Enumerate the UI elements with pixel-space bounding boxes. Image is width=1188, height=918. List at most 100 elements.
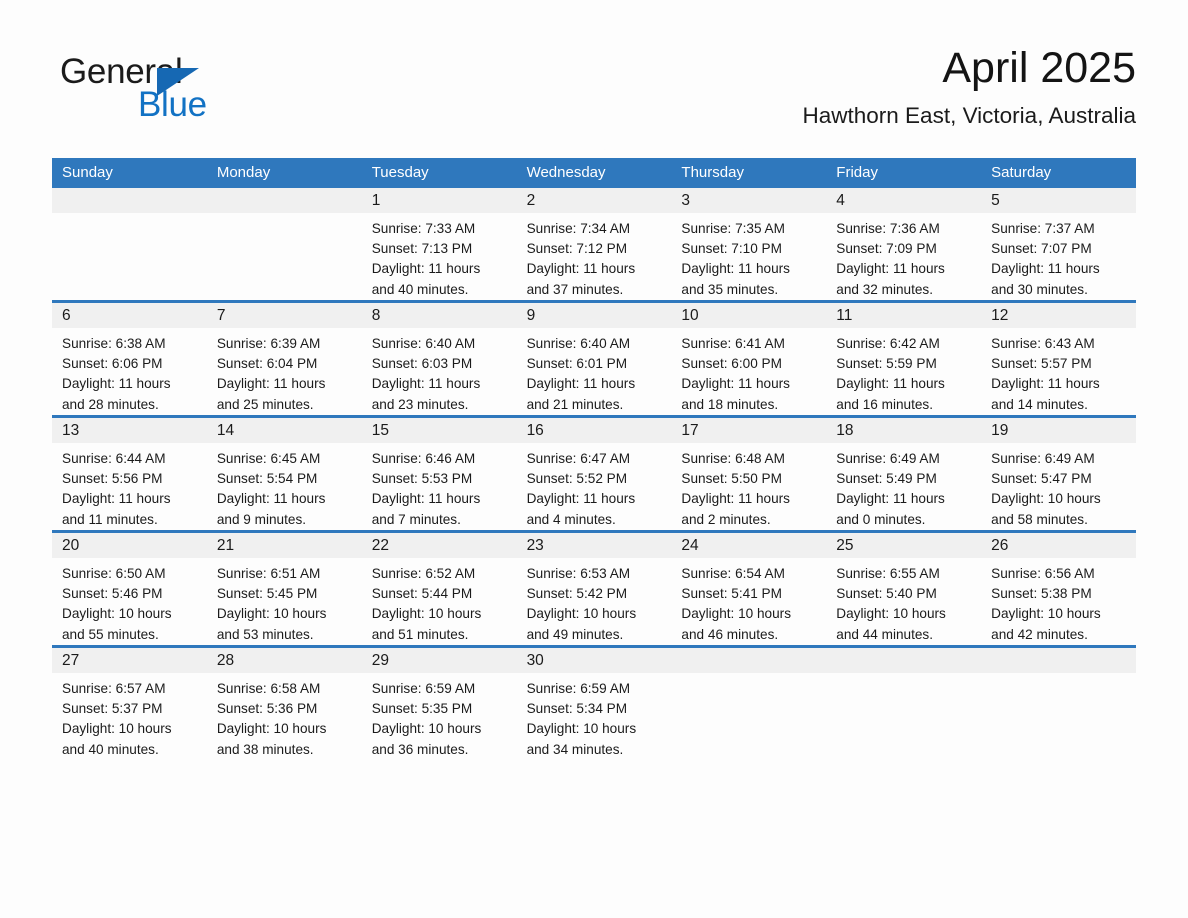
day-cell[interactable]: 25 Sunrise: 6:55 AM Sunset: 5:40 PM Dayligh… <box>826 533 982 645</box>
sunrise-text: Sunrise: 6:39 AM <box>216 336 321 351</box>
day-details: Sunrise: 6:59 AM Sunset: 5:34 PM Daylight:… <box>517 673 672 760</box>
daylight-text-line2: and 0 minutes. <box>836 511 926 527</box>
day-cell[interactable]: 24 Sunrise: 6:54 AM Sunset: 5:41 PM Dayligh… <box>671 533 827 645</box>
sunset-text: Sunset: 5:53 PM <box>371 471 473 487</box>
daylight-text-line2: and 21 minutes. <box>526 396 624 412</box>
sunset-text: Sunset: 7:07 PM <box>991 241 1092 257</box>
sunrise-text: Sunrise: 6:58 AM <box>216 681 321 696</box>
day-cell[interactable]: 13 Sunrise: 6:44 AM Sunset: 5:56 PM Dayligh… <box>52 418 207 530</box>
day-number: 9 <box>516 303 672 328</box>
day-cell[interactable]: 21 Sunrise: 6:51 AM Sunset: 5:45 PM Dayligh… <box>206 533 362 645</box>
title-block: April 2025 Hawthorn East, Victoria, Aust… <box>803 42 1137 129</box>
sunset-text: Sunset: 5:37 PM <box>62 701 163 717</box>
day-cell-empty <box>826 648 982 760</box>
day-cell[interactable]: 16 Sunrise: 6:47 AM Sunset: 5:52 PM Dayligh… <box>516 418 672 530</box>
day-cell[interactable]: 29 Sunrise: 6:59 AM Sunset: 5:35 PM Dayligh… <box>361 648 517 760</box>
day-cell[interactable]: 23 Sunrise: 6:53 AM Sunset: 5:42 PM Dayligh… <box>516 533 672 645</box>
daylight-text-line1: Daylight: 11 hours <box>62 376 171 392</box>
day-cell[interactable]: 22 Sunrise: 6:52 AM Sunset: 5:44 PM Dayligh… <box>361 533 517 645</box>
daylight-text-line1: Daylight: 11 hours <box>681 261 790 277</box>
day-number: 3 <box>671 188 827 213</box>
day-number: 21 <box>206 533 362 558</box>
day-cell[interactable]: 5 Sunrise: 7:37 AM Sunset: 7:07 PM Daylight… <box>981 188 1136 300</box>
day-cell[interactable]: 28 Sunrise: 6:58 AM Sunset: 5:36 PM Dayligh… <box>206 648 362 760</box>
day-cell[interactable]: 7 Sunrise: 6:39 AM Sunset: 6:04 PM Daylight… <box>206 303 362 415</box>
day-number: 29 <box>361 648 517 673</box>
daylight-text-line1: Daylight: 11 hours <box>526 491 636 507</box>
day-cell[interactable]: 8 Sunrise: 6:40 AM Sunset: 6:03 PM Daylight… <box>361 303 517 415</box>
daylight-text-line1: Daylight: 11 hours <box>526 376 636 392</box>
day-cell[interactable]: 14 Sunrise: 6:45 AM Sunset: 5:54 PM Dayligh… <box>206 418 362 530</box>
day-cell[interactable]: 2 Sunrise: 7:34 AM Sunset: 7:12 PM Daylight… <box>516 188 672 300</box>
daylight-text-line1: Daylight: 10 hours <box>836 606 946 622</box>
day-cell[interactable]: 3 Sunrise: 7:35 AM Sunset: 7:10 PM Daylight… <box>671 188 827 300</box>
day-details: Sunrise: 6:44 AM Sunset: 5:56 PM Daylight:… <box>52 443 207 530</box>
logo-text-blue: Blue <box>138 85 207 124</box>
location-subtitle: Hawthorn East, Victoria, Australia <box>802 103 1137 128</box>
day-cell[interactable]: 30 Sunrise: 6:59 AM Sunset: 5:34 PM Dayligh… <box>516 648 672 760</box>
day-number <box>671 648 827 673</box>
day-number: 17 <box>671 418 827 443</box>
week-grid: 1 Sunrise: 7:33 AM Sunset: 7:13 PM Daylight… <box>52 188 1136 300</box>
day-cell[interactable]: 18 Sunrise: 6:49 AM Sunset: 5:49 PM Dayligh… <box>826 418 982 530</box>
daylight-text-line2: and 37 minutes. <box>526 281 624 297</box>
day-cell[interactable]: 1 Sunrise: 7:33 AM Sunset: 7:13 PM Daylight… <box>361 188 517 300</box>
sunrise-text: Sunrise: 6:40 AM <box>526 336 631 351</box>
page-title: April 2025 <box>942 44 1136 92</box>
daylight-text-line2: and 28 minutes. <box>62 396 159 412</box>
daylight-text-line2: and 4 minutes. <box>526 511 616 527</box>
day-cell[interactable]: 9 Sunrise: 6:40 AM Sunset: 6:01 PM Daylight… <box>516 303 672 415</box>
day-details: Sunrise: 6:59 AM Sunset: 5:35 PM Daylight:… <box>362 673 517 760</box>
daylight-text-line1: Daylight: 11 hours <box>371 261 481 277</box>
day-cell[interactable]: 27 Sunrise: 6:57 AM Sunset: 5:37 PM Dayligh… <box>52 648 207 760</box>
daylight-text-line2: and 25 minutes. <box>216 396 314 412</box>
weekday-header-saturday: Saturday <box>991 164 1052 181</box>
day-cell-empty <box>671 648 827 760</box>
sunrise-text: Sunrise: 6:47 AM <box>526 451 631 466</box>
day-details: Sunrise: 6:52 AM Sunset: 5:44 PM Daylight:… <box>362 558 517 645</box>
sunset-text: Sunset: 5:47 PM <box>991 471 1092 487</box>
day-details: Sunrise: 7:36 AM Sunset: 7:09 PM Daylight:… <box>826 213 981 300</box>
sunrise-text: Sunrise: 7:33 AM <box>371 221 476 236</box>
day-details: Sunrise: 6:43 AM Sunset: 5:57 PM Daylight:… <box>981 328 1136 415</box>
day-cell[interactable]: 10 Sunrise: 6:41 AM Sunset: 6:00 PM Dayligh… <box>671 303 827 415</box>
day-details: Sunrise: 6:42 AM Sunset: 5:59 PM Daylight:… <box>826 328 981 415</box>
day-details: Sunrise: 7:33 AM Sunset: 7:13 PM Daylight:… <box>362 213 517 300</box>
day-cell[interactable]: 26 Sunrise: 6:56 AM Sunset: 5:38 PM Dayligh… <box>981 533 1136 645</box>
day-number <box>981 648 1136 673</box>
daylight-text-line1: Daylight: 11 hours <box>526 261 636 277</box>
day-details: Sunrise: 6:49 AM Sunset: 5:47 PM Daylight:… <box>981 443 1136 530</box>
day-cell[interactable]: 15 Sunrise: 6:46 AM Sunset: 5:53 PM Dayligh… <box>361 418 517 530</box>
sunset-text: Sunset: 6:04 PM <box>216 356 318 372</box>
daylight-text-line2: and 53 minutes. <box>216 626 314 642</box>
day-details: Sunrise: 6:48 AM Sunset: 5:50 PM Daylight:… <box>671 443 826 530</box>
day-cell[interactable]: 11 Sunrise: 6:42 AM Sunset: 5:59 PM Dayligh… <box>826 303 982 415</box>
sunset-text: Sunset: 6:00 PM <box>681 356 782 372</box>
sunset-text: Sunset: 7:09 PM <box>836 241 937 257</box>
weekday-header-thursday: Thursday <box>681 164 744 181</box>
sunrise-text: Sunrise: 6:40 AM <box>371 336 476 351</box>
sunrise-text: Sunrise: 6:41 AM <box>681 336 785 351</box>
day-details: Sunrise: 7:35 AM Sunset: 7:10 PM Daylight:… <box>671 213 826 300</box>
day-cell[interactable]: 17 Sunrise: 6:48 AM Sunset: 5:50 PM Dayligh… <box>671 418 827 530</box>
sunrise-text: Sunrise: 6:43 AM <box>991 336 1095 351</box>
sunset-text: Sunset: 5:49 PM <box>836 471 937 487</box>
sunset-text: Sunset: 7:10 PM <box>681 241 782 257</box>
day-cell[interactable]: 20 Sunrise: 6:50 AM Sunset: 5:46 PM Dayligh… <box>52 533 207 645</box>
sunrise-text: Sunrise: 6:38 AM <box>62 336 166 351</box>
day-details: Sunrise: 6:57 AM Sunset: 5:37 PM Daylight:… <box>52 673 207 760</box>
day-cell[interactable]: 12 Sunrise: 6:43 AM Sunset: 5:57 PM Dayligh… <box>981 303 1136 415</box>
day-details: Sunrise: 6:54 AM Sunset: 5:41 PM Daylight:… <box>671 558 826 645</box>
day-cell[interactable]: 6 Sunrise: 6:38 AM Sunset: 6:06 PM Daylight… <box>52 303 207 415</box>
weekday-header-friday: Friday <box>836 164 878 181</box>
sunset-text: Sunset: 5:35 PM <box>371 701 473 717</box>
day-cell[interactable]: 19 Sunrise: 6:49 AM Sunset: 5:47 PM Dayligh… <box>981 418 1136 530</box>
sunrise-text: Sunrise: 6:54 AM <box>681 566 785 581</box>
day-details: Sunrise: 7:34 AM Sunset: 7:12 PM Daylight:… <box>517 213 672 300</box>
daylight-text-line2: and 36 minutes. <box>371 741 469 757</box>
day-cell[interactable]: 4 Sunrise: 7:36 AM Sunset: 7:09 PM Daylight… <box>826 188 982 300</box>
day-number: 5 <box>981 188 1136 213</box>
sunset-text: Sunset: 5:57 PM <box>991 356 1092 372</box>
day-cell-empty <box>52 188 207 300</box>
day-number: 11 <box>826 303 982 328</box>
